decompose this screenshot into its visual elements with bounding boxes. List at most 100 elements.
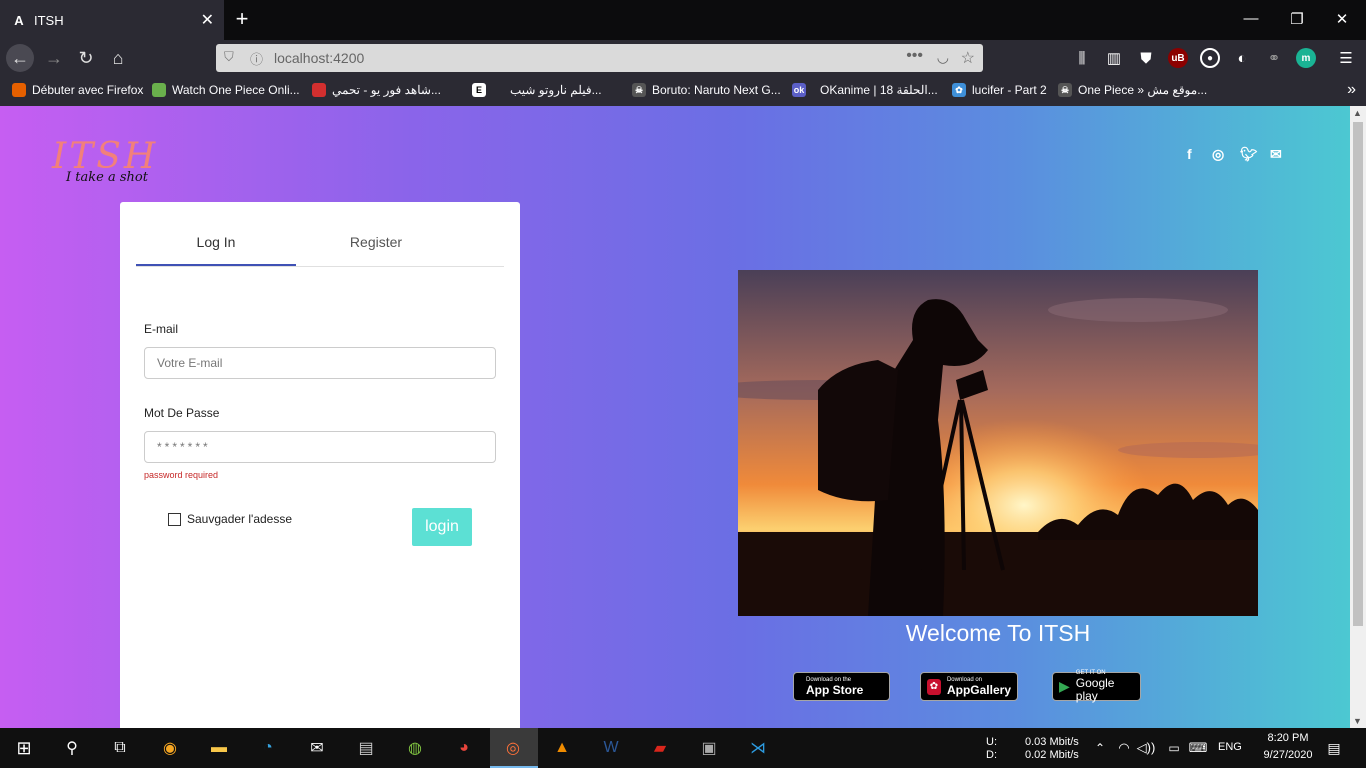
bookmark-item[interactable]: E فيلم ناروتو شيب... (472, 83, 602, 97)
wifi-icon[interactable]: ◠ (1112, 736, 1136, 760)
reload-button[interactable]: ↻ (72, 44, 100, 72)
ublock-icon[interactable]: uB (1168, 48, 1188, 68)
browser-nav-bar: ← → ↻ ⌂ ⛉ ⓘ localhost:4200 ••• ◡ ☆ ⫼ ▥ ⛊… (0, 40, 1366, 76)
mail-icon[interactable]: ✉ (305, 736, 329, 760)
control-panel-icon[interactable]: ▣ (697, 736, 721, 760)
file-explorer-icon[interactable]: ▬ (207, 736, 231, 760)
scrollbar-thumb[interactable] (1353, 122, 1363, 626)
windows-taskbar: ⊞ ⚲ ⧉ ◉ ▬ ◔ ✉ ▤ ◍ ◕ ◎ ▲ W ▰ ▣ ⋊ U: D: 0.… (0, 728, 1366, 768)
vscode-icon[interactable]: ⋊ (746, 736, 770, 760)
scroll-up-icon[interactable]: ▲ (1353, 108, 1362, 118)
bookmark-item[interactable]: Débuter avec Firefox (12, 83, 143, 97)
download-speed: 0.02 Mbit/s (1025, 749, 1079, 761)
language-indicator[interactable]: ENG (1218, 741, 1242, 753)
firefox-icon[interactable]: ◎ (501, 736, 525, 760)
notifications-icon[interactable]: ▤ (1322, 736, 1346, 760)
clock-date[interactable]: 9/27/2020 (1256, 749, 1320, 761)
tracking-shield-icon[interactable]: ⛉ (224, 49, 234, 65)
more-bookmarks-icon[interactable]: » (1347, 81, 1356, 99)
login-card: Log In Register E-mail Mot De Passe pass… (120, 202, 520, 728)
site-info-icon[interactable]: ⓘ (250, 49, 263, 68)
bookmark-item[interactable]: ok OKanime | الحلقة 18... (792, 83, 938, 97)
forward-button[interactable]: → (40, 44, 68, 72)
bookmarks-bar: Débuter avec Firefox Watch One Piece Onl… (0, 76, 1366, 106)
home-button[interactable]: ⌂ (104, 44, 132, 72)
active-tab-indicator (136, 264, 296, 266)
close-window-button[interactable]: ✕ (1332, 10, 1352, 28)
tab-register[interactable]: Register (296, 234, 456, 250)
chevron-up-icon[interactable]: ⌃ (1088, 736, 1112, 760)
battery-icon[interactable]: ▭ (1162, 736, 1186, 760)
email-icon[interactable]: ✉ (1270, 146, 1282, 163)
volume-icon[interactable]: ◁)) (1134, 736, 1158, 760)
site-icon: ✿ (952, 83, 966, 97)
vlc-icon[interactable]: ▲ (550, 736, 574, 760)
address-bar[interactable]: ⛉ ⓘ localhost:4200 ••• ◡ ☆ (216, 44, 983, 72)
pocket-icon[interactable]: ◡ (937, 49, 949, 66)
logo: ITSH I take a shot (52, 136, 158, 185)
angular-icon: A (14, 12, 24, 28)
download-label: D: (986, 749, 997, 761)
sidebar-icon[interactable]: ▥ (1104, 48, 1124, 68)
password-field[interactable] (144, 431, 496, 463)
media-player-icon[interactable]: ◉ (158, 736, 182, 760)
bookmark-item[interactable]: Watch One Piece Onli... (152, 83, 300, 97)
page-actions-icon[interactable]: ••• (906, 47, 923, 65)
facebook-icon[interactable]: f (1187, 146, 1192, 162)
restore-button[interactable]: ❐ (1287, 10, 1307, 28)
site-icon: E (472, 83, 486, 97)
bookmark-item[interactable]: شاهد فور يو - تحمي... (312, 83, 441, 97)
task-view-icon[interactable]: ⧉ (108, 736, 132, 760)
bookmark-item[interactable]: ☠ One Piece » موقع مش... (1058, 83, 1207, 97)
logo-tagline: I take a shot (66, 170, 148, 185)
page-content: ITSH I take a shot f ◎ 🐦︎ ✉ Log In Regis… (0, 106, 1350, 728)
menu-icon[interactable]: ☰ (1336, 48, 1356, 68)
keyboard-icon[interactable]: ⌨ (1186, 736, 1210, 760)
bookmark-item[interactable]: ☠ Boruto: Naruto Next G... (632, 83, 781, 97)
app-gallery-badge[interactable]: ✿ Download on AppGallery (920, 672, 1018, 701)
google-play-badge[interactable]: ▶ GET IT ON Google play (1052, 670, 1141, 703)
extension-icon[interactable]: ◐ (1232, 48, 1252, 68)
terminal-icon[interactable]: ▤ (354, 736, 378, 760)
email-label: E-mail (144, 322, 179, 336)
upload-speed: 0.03 Mbit/s (1025, 736, 1079, 748)
browser-tab[interactable]: A ITSH ✕ (0, 0, 224, 40)
extension-2-icon[interactable]: ⚭ (1264, 48, 1284, 68)
library-icon[interactable]: ⫼ (1072, 48, 1092, 68)
acrobat-icon[interactable]: ▰ (648, 736, 672, 760)
scroll-down-icon[interactable]: ▼ (1353, 716, 1362, 726)
remember-checkbox[interactable]: Sauvgader l'adesse (168, 512, 292, 526)
skull-icon: ☠ (1058, 83, 1072, 97)
checkbox-box[interactable] (168, 512, 181, 526)
new-tab-button[interactable]: + (230, 6, 254, 32)
url-text[interactable]: localhost:4200 (274, 50, 364, 66)
search-icon[interactable]: ⚲ (60, 736, 84, 760)
browser-tab-bar: A ITSH ✕ + — ❐ ✕ (0, 0, 1366, 40)
email-field[interactable] (144, 347, 496, 379)
page-scrollbar[interactable]: ▲ ▼ (1350, 106, 1366, 728)
app-store-badge[interactable]: Download on the App Store (793, 672, 890, 701)
edge-icon[interactable]: ◔ (256, 736, 280, 760)
network-app-icon[interactable]: ◍ (403, 736, 427, 760)
chrome-icon[interactable]: ◕ (452, 736, 476, 760)
huawei-icon: ✿ (927, 678, 941, 695)
firefox-icon (12, 83, 26, 97)
account-icon[interactable]: ● (1200, 48, 1220, 68)
bookmark-item[interactable]: ✿ lucifer - Part 2 (952, 83, 1047, 97)
extension-m-icon[interactable]: m (1296, 48, 1316, 68)
welcome-title: Welcome To ITSH (905, 620, 1091, 646)
windows-start-icon[interactable]: ⊞ (12, 736, 36, 760)
login-button[interactable]: login (412, 508, 472, 546)
clock-time[interactable]: 8:20 PM (1262, 732, 1314, 744)
tab-title: ITSH (34, 12, 64, 28)
back-button[interactable]: ← (6, 44, 34, 72)
shield-extension-icon[interactable]: ⛊ (1136, 48, 1156, 68)
word-icon[interactable]: W (599, 736, 623, 760)
twitter-icon[interactable]: 🐦︎ (1240, 146, 1258, 163)
hero-photo (738, 270, 1258, 616)
bookmark-star-icon[interactable]: ☆ (961, 48, 975, 68)
tab-login[interactable]: Log In (136, 234, 296, 250)
instagram-icon[interactable]: ◎ (1212, 146, 1224, 163)
close-tab-icon[interactable]: ✕ (201, 10, 214, 30)
minimize-button[interactable]: — (1241, 10, 1261, 27)
